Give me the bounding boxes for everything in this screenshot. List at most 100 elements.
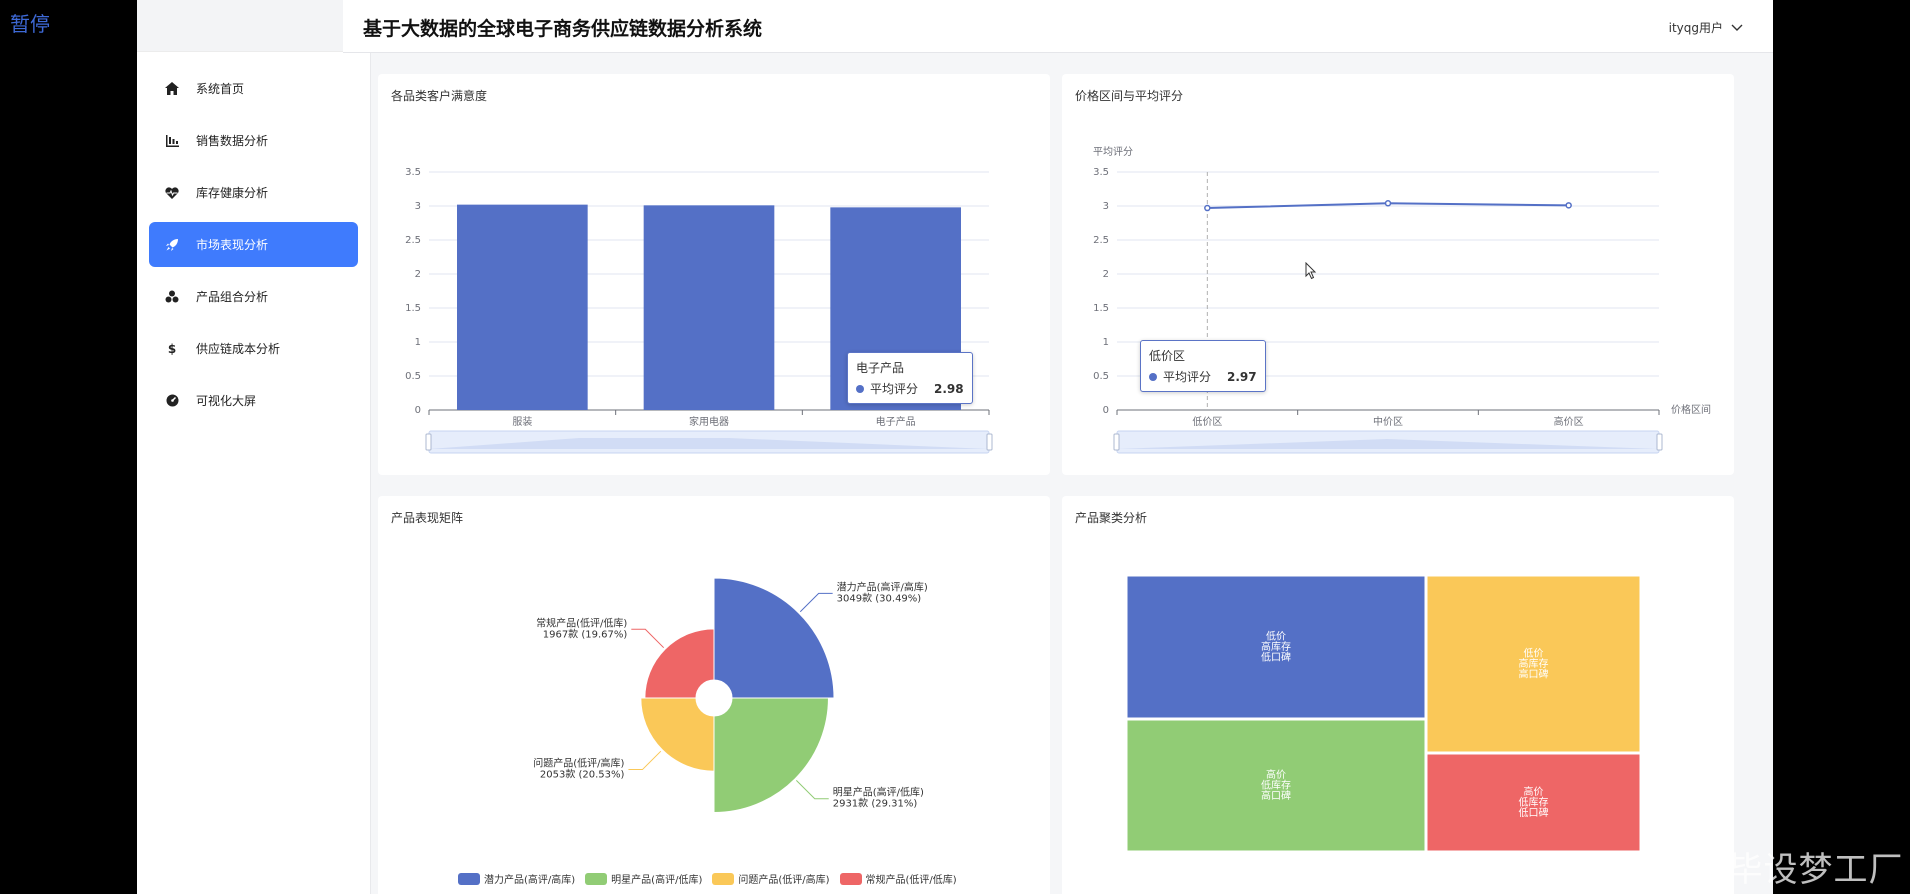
app-window: 系统首页 销售数据分析 库存健康分析 市场表现分析 产品组合分析 $ 供应链成本… bbox=[137, 0, 1773, 894]
y-tick-label: 2.5 bbox=[405, 235, 421, 246]
sidebar-item-sales[interactable]: 销售数据分析 bbox=[149, 118, 358, 163]
treemap-node-label: 低库存 bbox=[1519, 796, 1549, 809]
treemap-node-label: 低价 bbox=[1266, 630, 1286, 643]
bar bbox=[643, 205, 775, 410]
x-tick-label: 中价区 bbox=[1373, 415, 1403, 428]
sidebar-item-label: 产品组合分析 bbox=[196, 290, 269, 304]
slice-name-label: 潜力产品(高评/高库) bbox=[837, 580, 928, 593]
sidebar-item-cost[interactable]: $ 供应链成本分析 bbox=[149, 326, 358, 371]
sidebar-nav: 系统首页 销售数据分析 库存健康分析 市场表现分析 产品组合分析 $ 供应链成本… bbox=[137, 52, 370, 423]
legend-item[interactable]: 问题产品(低评/高库) bbox=[712, 871, 830, 886]
line-tooltip: 低价区 平均评分 2.97 bbox=[1140, 340, 1266, 392]
home-icon bbox=[164, 81, 180, 97]
label-line bbox=[795, 779, 829, 800]
dollar-icon: $ bbox=[167, 341, 177, 356]
mouse-cursor-icon bbox=[1305, 262, 1317, 280]
chevron-down-icon bbox=[1731, 24, 1743, 31]
y-tick-label: 1.5 bbox=[1093, 303, 1109, 314]
heart-pulse-icon bbox=[164, 185, 180, 201]
sidebar-item-dashboard[interactable]: 可视化大屏 bbox=[149, 378, 358, 423]
sidebar-item-inventory[interactable]: 库存健康分析 bbox=[149, 170, 358, 215]
datazoom-handle-left bbox=[425, 433, 432, 451]
y-tick-label: 2 bbox=[1103, 269, 1109, 280]
legend-swatch bbox=[585, 872, 608, 885]
x-tick-label: 低价区 bbox=[1192, 415, 1222, 428]
label-line bbox=[628, 750, 662, 771]
tooltip-value: 2.97 bbox=[1227, 369, 1257, 384]
slice-value-label: 1967款 (19.67%) bbox=[543, 627, 628, 640]
slice-value-label: 2931款 (29.31%) bbox=[833, 797, 918, 810]
data-point bbox=[1384, 200, 1392, 207]
dashboard-icon bbox=[164, 393, 180, 409]
treemap-node-label: 低价 bbox=[1524, 647, 1544, 660]
sidebar-item-label: 可视化大屏 bbox=[196, 394, 257, 408]
x-tick-label: 服装 bbox=[512, 415, 532, 428]
slice-name-label: 明星产品(高评/低库) bbox=[833, 786, 924, 799]
sidebar-item-market[interactable]: 市场表现分析 bbox=[149, 222, 358, 267]
label-line bbox=[799, 592, 833, 613]
header-bar: 基于大数据的全球电子商务供应链数据分析系统 ityqg用户 bbox=[343, 0, 1773, 53]
data-point bbox=[1565, 202, 1572, 209]
bar bbox=[457, 204, 588, 410]
legend-label: 潜力产品(高评/高库) bbox=[484, 875, 576, 886]
satisfaction-card: 各品类客户满意度 0 0.5 1 1.5 2 2.5 3 3.5 服装 家用电器 电子产品 电子产品… bbox=[378, 74, 1050, 475]
y-tick-label: 2.5 bbox=[1093, 235, 1109, 246]
legend-label: 常规产品(低评/低库) bbox=[865, 875, 957, 886]
sidebar-item-label: 供应链成本分析 bbox=[196, 342, 281, 356]
y-tick-label: 2 bbox=[415, 269, 421, 280]
treemap-node-label: 低口碑 bbox=[1519, 806, 1549, 819]
y-tick-label: 0 bbox=[1103, 405, 1109, 416]
screen-right-edge bbox=[1773, 0, 1910, 894]
sidebar-item-portfolio[interactable]: 产品组合分析 bbox=[149, 274, 358, 319]
y-tick-label: 1.5 bbox=[405, 303, 421, 314]
y-axis-title: 平均评分 bbox=[1093, 146, 1133, 158]
sidebar-item-label: 销售数据分析 bbox=[196, 134, 269, 148]
legend-item[interactable]: 潜力产品(高评/高库) bbox=[458, 871, 575, 886]
x-axis-title: 价格区间 bbox=[1671, 403, 1711, 416]
cluster-card: 产品聚类分析 低价 高库存 低口碑 低价 高库存 高口碑 高价 低库存 高口碑 高价 低库存 低口碑 bbox=[1062, 496, 1734, 894]
tooltip-category: 电子产品 bbox=[856, 361, 905, 375]
y-tick-label: 1 bbox=[415, 337, 421, 348]
tooltip-category: 低价区 bbox=[1149, 349, 1186, 363]
tooltip-series: 平均评分 bbox=[1163, 370, 1212, 384]
sidebar-item-home[interactable]: 系统首页 bbox=[149, 66, 358, 111]
matrix-card: 产品表现矩阵 潜力产品(高评/高库) 3049款 (30.49%) 明星产品(高评/… bbox=[378, 496, 1050, 894]
cluster-treemap: 低价高库存低口碑 低价高库存高口碑高价低库存高口碑 高价低库存低口碑 bbox=[1126, 575, 1641, 852]
legend-item[interactable]: 常规产品(低评/低库) bbox=[839, 871, 957, 886]
y-tick-label: 1 bbox=[1103, 337, 1109, 348]
screen: 暂停 系统首页 销售数据分析 库存健康分析 市场表现分析 产品组合分析 $ 供应… bbox=[0, 0, 1910, 894]
pause-label[interactable]: 暂停 bbox=[10, 8, 50, 37]
bar-tooltip: 电子产品 平均评分 2.98 bbox=[847, 352, 973, 404]
price-card: 价格区间与平均评分 平均评分 0 0.5 1 1.5 2 2.5 3 3.5 价格区间 低价区 中价区… bbox=[1062, 74, 1734, 475]
y-tick-label: 3.5 bbox=[405, 167, 421, 178]
user-menu[interactable]: ityqg用户 bbox=[1669, 19, 1743, 36]
y-tick-label: 3.5 bbox=[1093, 167, 1109, 178]
x-tick-label: 家用电器 bbox=[689, 415, 729, 428]
slice-value-label: 3049款 (30.49%) bbox=[837, 591, 922, 604]
sidebar-logo-area bbox=[137, 0, 370, 52]
treemap-node-label: 高库存 bbox=[1261, 640, 1291, 653]
treemap-node-label: 低库存 bbox=[1261, 779, 1291, 792]
tooltip-value: 2.98 bbox=[934, 381, 964, 396]
series-dot-icon bbox=[856, 384, 864, 393]
treemap-node-label: 高口碑 bbox=[1519, 668, 1549, 681]
treemap-node-label: 低口碑 bbox=[1261, 651, 1291, 664]
label-line bbox=[631, 628, 665, 649]
tooltip-series: 平均评分 bbox=[870, 382, 919, 396]
sidebar-item-label: 库存健康分析 bbox=[196, 186, 269, 200]
treemap-node-label: 高库存 bbox=[1519, 657, 1549, 670]
y-tick-label: 3 bbox=[415, 201, 421, 212]
x-tick-label: 电子产品 bbox=[876, 415, 916, 428]
treemap-node-label: 高价 bbox=[1524, 785, 1544, 798]
series-dot-icon bbox=[1149, 372, 1157, 381]
bar-chart-icon bbox=[164, 133, 180, 149]
satisfaction-bar-chart: 0 0.5 1 1.5 2 2.5 3 3.5 服装 家用电器 电子产品 bbox=[405, 167, 993, 454]
y-tick-label: 0.5 bbox=[1093, 371, 1109, 382]
slice-name-label: 问题产品(低评/高库) bbox=[533, 757, 624, 770]
datazoom-handle-right bbox=[986, 433, 993, 451]
legend-swatch bbox=[712, 872, 735, 885]
cubes-icon bbox=[164, 289, 180, 305]
legend-item[interactable]: 明星产品(高评/低库) bbox=[585, 871, 702, 886]
sidebar: 系统首页 销售数据分析 库存健康分析 市场表现分析 产品组合分析 $ 供应链成本… bbox=[137, 0, 371, 894]
datazoom-handle-right bbox=[1656, 433, 1663, 451]
